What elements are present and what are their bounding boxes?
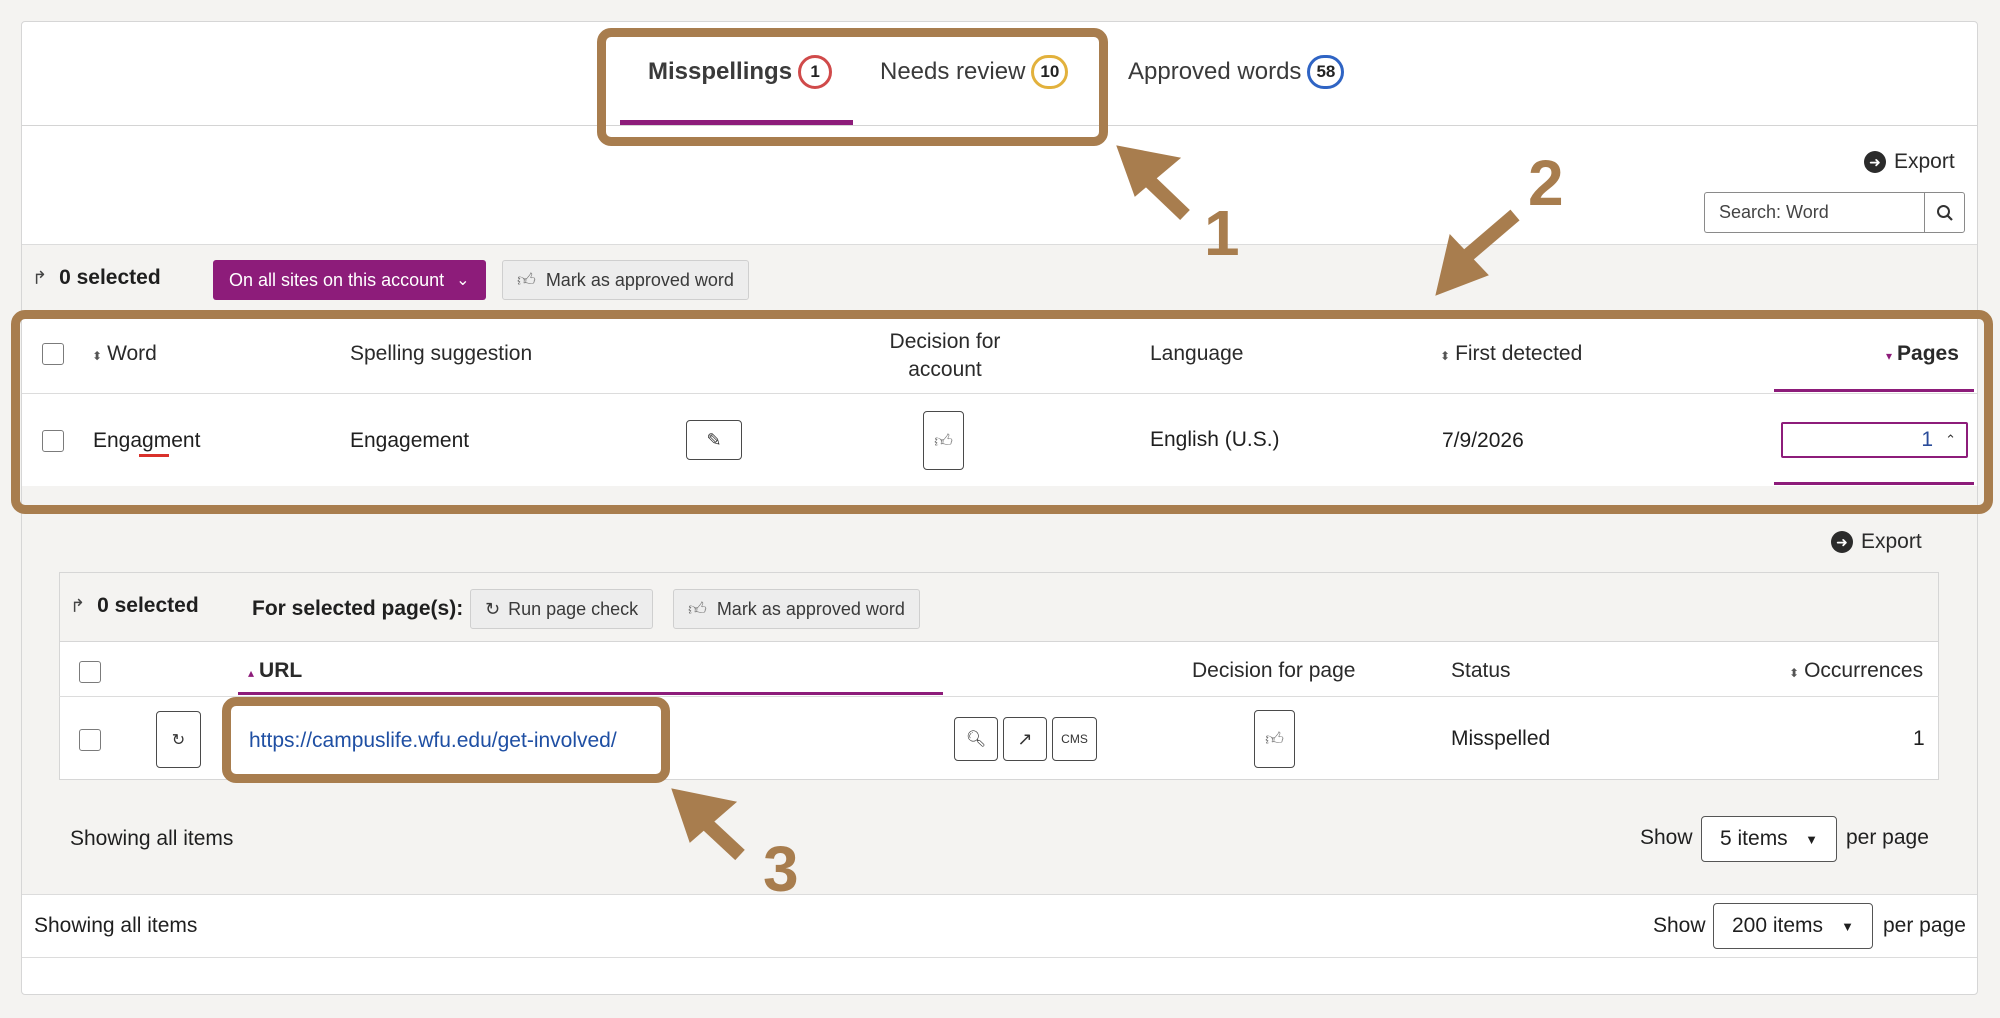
annotation-number-2: 2 [1528,147,1564,219]
annotation-number-3: 3 [763,833,799,905]
annotation-number-1: 1 [1204,197,1240,269]
annotation-arrows [671,145,1520,861]
